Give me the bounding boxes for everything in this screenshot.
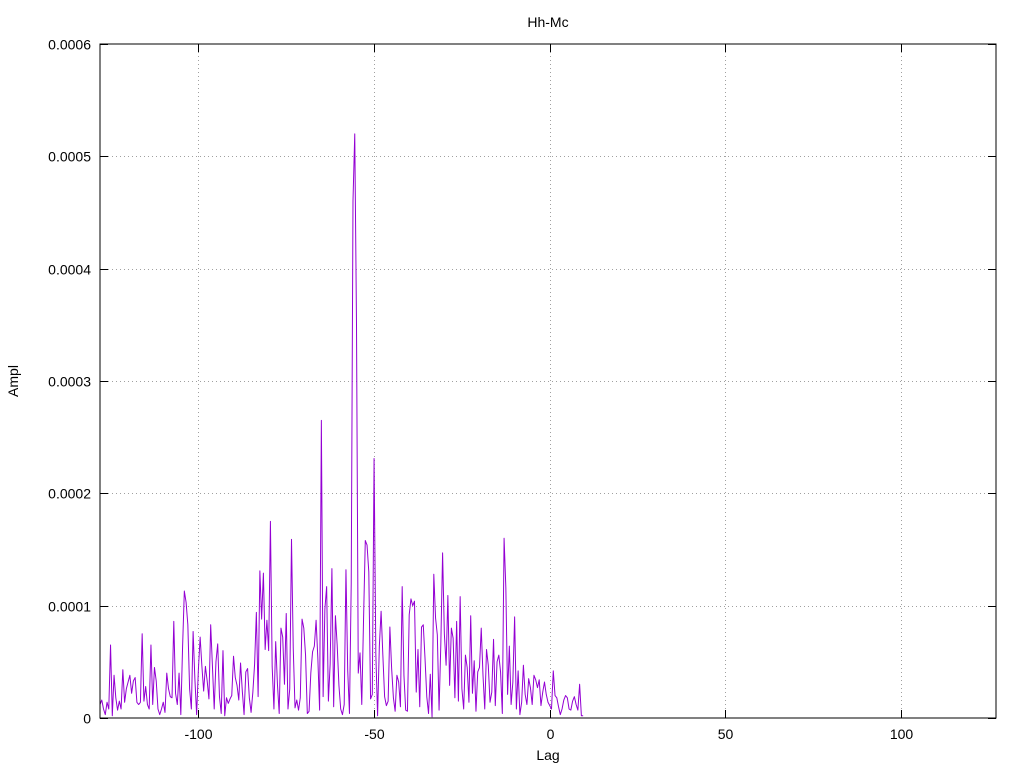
y-tick-label: 0: [83, 711, 91, 727]
y-tick-label: 0.0006: [48, 37, 91, 53]
series-line: [99, 133, 584, 718]
x-tick-label: -100: [184, 726, 212, 742]
x-tick-label: 50: [718, 726, 734, 742]
chart-container: 0 0.0001 0.0002 0.0003 0.0004 0.0005 0.0006 -10…: [0, 0, 1024, 768]
data-layer: [99, 133, 584, 718]
x-axis-title: Lag: [536, 747, 559, 763]
y-tick-label: 0.0001: [48, 599, 91, 615]
y-tick-label: 0.0003: [48, 374, 91, 390]
y-tick-label: 0.0005: [48, 149, 91, 165]
line-chart: 0 0.0001 0.0002 0.0003 0.0004 0.0005 0.0006 -10…: [5, 14, 997, 763]
x-tick-label: 0: [547, 726, 555, 742]
y-tick-label: 0.0004: [48, 262, 91, 278]
chart-title: Hh-Mc: [527, 14, 568, 30]
x-tick-label: -50: [364, 726, 384, 742]
y-axis-title: Ampl: [5, 365, 21, 397]
grid: [100, 44, 996, 718]
y-tick-label: 0.0002: [48, 486, 91, 502]
x-tick-label: 100: [890, 726, 914, 742]
